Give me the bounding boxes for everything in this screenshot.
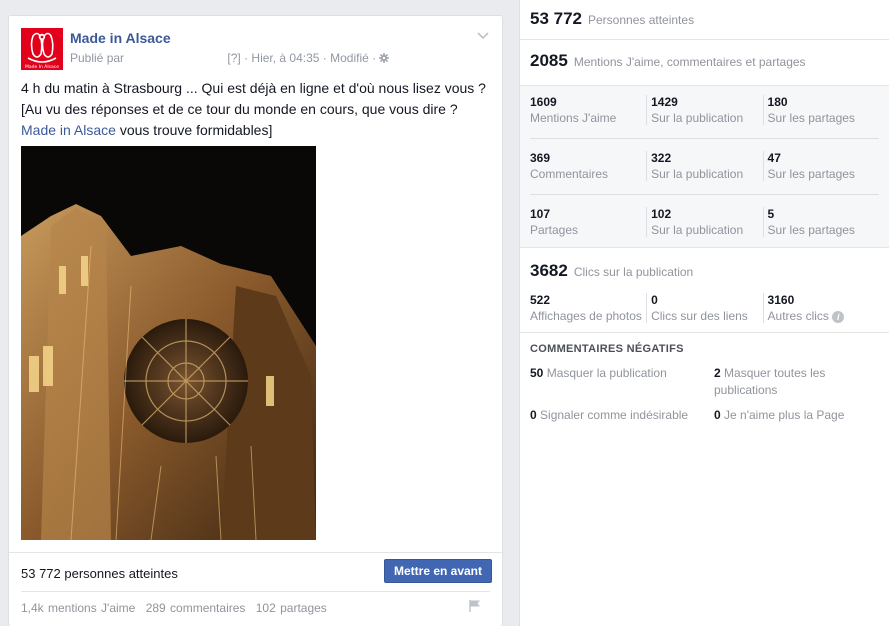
settings-gear-icon[interactable] <box>379 52 390 66</box>
metric-cell: 369 Commentaires <box>530 151 609 181</box>
divider <box>520 332 889 333</box>
post-header: Made In Alsace Made in Alsace Publié par… <box>21 28 490 70</box>
post-time-link[interactable]: Hier, à 04:35 <box>251 51 319 65</box>
negative-report-spam: 0 Signaler comme indésirable <box>530 408 689 422</box>
divider <box>21 591 490 592</box>
metric-cell: 1609 Mentions J'aime <box>530 95 617 125</box>
made-in-alsace-logo: Made In Alsace <box>21 28 63 70</box>
post-meta: Publié par [?] · Hier, à 04:35 · Modifié… <box>70 51 390 66</box>
divider <box>530 138 879 139</box>
metric-cell: 102 Sur la publication <box>646 207 762 237</box>
page-avatar[interactable]: Made In Alsace <box>21 28 63 70</box>
engagement-breakdown: 1609 Mentions J'aime 1429 Sur la publicati… <box>520 85 889 248</box>
chevron-down-icon[interactable] <box>476 28 490 42</box>
clicks-label: Clics sur la publication <box>573 265 694 279</box>
metric-cell: 5 Sur les partages <box>762 207 879 237</box>
clicks-number: 3682 <box>530 261 568 280</box>
logo-caption: Made In Alsace <box>25 64 59 70</box>
divider <box>530 194 879 195</box>
cathedral-illustration <box>21 146 316 540</box>
page-name-link[interactable]: Made in Alsace <box>70 30 171 46</box>
engagement-label: Mentions J'aime, commentaires et partage… <box>573 55 806 69</box>
negative-hide-post: 50 Masquer la publication <box>530 366 667 380</box>
clicks-row: 522 Affichages de photos 0 Clics sur des l… <box>530 293 879 323</box>
post-reach: 53 772 personnes atteintes <box>21 566 178 581</box>
post-card: Made In Alsace Made in Alsace Publié par… <box>8 15 503 626</box>
divider <box>520 39 889 40</box>
edited-link[interactable]: Modifié <box>330 51 369 65</box>
comments-row: 369 Commentaires 322 Sur la publication 47… <box>530 151 879 181</box>
likes-row: 1609 Mentions J'aime 1429 Sur la publicati… <box>530 95 879 125</box>
divider <box>9 552 502 553</box>
reach-stat: 53 772 Personnes atteintes <box>530 9 694 29</box>
other-clicks-label: Autres clics <box>767 309 829 323</box>
flag-icon[interactable] <box>468 599 482 613</box>
metric-cell: 322 Sur la publication <box>646 151 762 181</box>
promote-button[interactable]: Mettre en avant <box>384 559 492 583</box>
cathedral-photo[interactable] <box>21 146 316 540</box>
info-icon[interactable]: i <box>832 310 845 323</box>
metric-cell: 47 Sur les partages <box>762 151 879 181</box>
metric-cell: 107 Partages <box>530 207 579 237</box>
post-text-end: vous trouve formidables] <box>115 122 273 138</box>
shares-count-link[interactable]: 102 partages <box>256 601 327 615</box>
insights-panel: 53 772 Personnes atteintes 2085 Mentions… <box>519 0 889 626</box>
negative-feedback-title: COMMENTAIRES NÉGATIFS <box>530 343 684 355</box>
post-text: 4 h du matin à Strasbourg ... Qui est dé… <box>21 78 491 141</box>
comments-count-link[interactable]: 289 commentaires <box>146 601 246 615</box>
help-marker[interactable]: [?] <box>227 51 240 65</box>
metric-cell: 3160 Autres clics i <box>762 293 879 323</box>
reach-label: Personnes atteintes <box>588 13 695 27</box>
post-text-page-link[interactable]: Made in Alsace <box>21 122 116 138</box>
negative-unlike-page: 0 Je n'aime plus la Page <box>714 408 845 422</box>
engagement-stat: 2085 Mentions J'aime, commentaires et pa… <box>530 51 806 71</box>
clicks-stat: 3682 Clics sur la publication <box>530 261 693 281</box>
metric-cell: 1429 Sur la publication <box>646 95 762 125</box>
shares-row: 107 Partages 102 Sur la publication 5 Sur l… <box>530 207 879 237</box>
post-text-main: 4 h du matin à Strasbourg ... Qui est dé… <box>21 80 486 117</box>
negative-hide-all: 2 Masquer toutes les publications <box>714 366 826 397</box>
likes-count-link[interactable]: 1,4k mentions J'aime <box>21 601 135 615</box>
engagement-number: 2085 <box>530 51 568 70</box>
reach-number: 53 772 <box>530 9 582 28</box>
engagement-summary: 1,4k mentions J'aime 289 commentaires 10… <box>21 601 333 615</box>
metric-cell: 180 Sur les partages <box>762 95 879 125</box>
metric-cell: 0 Clics sur des liens <box>646 293 762 323</box>
metric-cell: 522 Affichages de photos <box>530 293 642 323</box>
published-by-label: Publié par <box>70 51 125 65</box>
